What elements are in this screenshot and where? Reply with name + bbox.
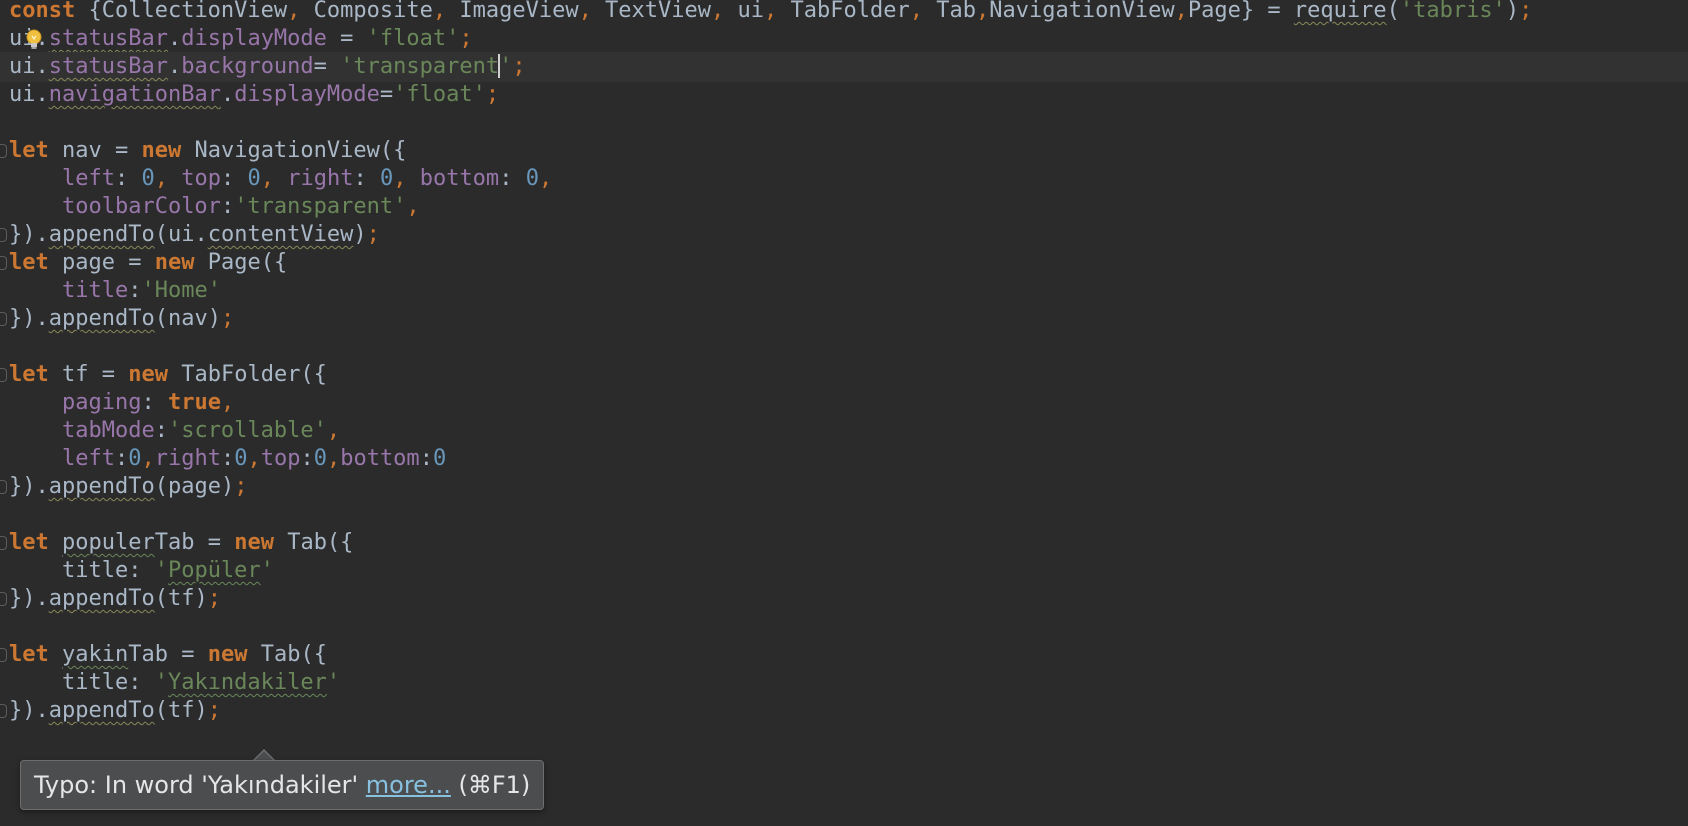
code-line[interactable]: tabMode:'scrollable', bbox=[0, 416, 1688, 446]
code-line[interactable]: let page = new Page({ bbox=[0, 248, 1688, 278]
fold-marker-icon[interactable] bbox=[0, 256, 7, 270]
fold-marker-icon[interactable] bbox=[0, 144, 7, 158]
typo-tooltip: Typo: In word 'Yakındakiler' more... (⌘F… bbox=[20, 760, 545, 810]
tooltip-shortcut: (⌘F1) bbox=[458, 771, 531, 799]
code-line[interactable]: title: 'Popüler' bbox=[0, 556, 1688, 586]
code-line[interactable]: }).appendTo(tf); bbox=[0, 584, 1688, 614]
code-line[interactable]: let populerTab = new Tab({ bbox=[0, 528, 1688, 558]
text-caret bbox=[498, 54, 501, 78]
code-line[interactable]: title: 'Yakındakiler' bbox=[0, 668, 1688, 698]
code-line[interactable]: let nav = new NavigationView({ bbox=[0, 136, 1688, 166]
code-line[interactable]: }).appendTo(tf); bbox=[0, 696, 1688, 726]
code-line[interactable]: let tf = new TabFolder({ bbox=[0, 360, 1688, 390]
code-editor[interactable]: const {CollectionView, Composite, ImageV… bbox=[0, 0, 1688, 826]
fold-marker-icon[interactable] bbox=[0, 480, 7, 494]
code-line[interactable]: title:'Home' bbox=[0, 276, 1688, 306]
code-line[interactable]: paging: true, bbox=[0, 388, 1688, 418]
code-line[interactable]: toolbarColor:'transparent', bbox=[0, 192, 1688, 222]
fold-marker-icon[interactable] bbox=[0, 592, 7, 606]
fold-marker-icon[interactable] bbox=[0, 368, 7, 382]
tooltip-message: Typo: In word 'Yakındakiler' bbox=[34, 771, 359, 799]
code-line[interactable]: ui.navigationBar.displayMode='float'; bbox=[0, 80, 1688, 110]
lightbulb-icon[interactable] bbox=[24, 28, 44, 52]
code-line[interactable]: left:0,right:0,top:0,bottom:0 bbox=[0, 444, 1688, 474]
tooltip-more-link[interactable]: more... bbox=[366, 771, 451, 799]
fold-marker-icon[interactable] bbox=[0, 536, 7, 550]
fold-marker-icon[interactable] bbox=[0, 704, 7, 718]
code-line[interactable]: let yakinTab = new Tab({ bbox=[0, 640, 1688, 670]
fold-marker-icon[interactable] bbox=[0, 228, 7, 242]
code-line[interactable]: }).appendTo(nav); bbox=[0, 304, 1688, 334]
code-line[interactable]: }).appendTo(page); bbox=[0, 472, 1688, 502]
code-line[interactable]: left: 0, top: 0, right: 0, bottom: 0, bbox=[0, 164, 1688, 194]
current-code-line[interactable]: ui.statusBar.background= 'transparent'; bbox=[0, 52, 1688, 82]
code-line[interactable]: ui.statusBar.displayMode = 'float'; bbox=[0, 24, 1688, 54]
code-line[interactable]: const {CollectionView, Composite, ImageV… bbox=[0, 0, 1688, 26]
fold-marker-icon[interactable] bbox=[0, 648, 7, 662]
code-line[interactable]: }).appendTo(ui.contentView); bbox=[0, 220, 1688, 250]
fold-marker-icon[interactable] bbox=[0, 312, 7, 326]
